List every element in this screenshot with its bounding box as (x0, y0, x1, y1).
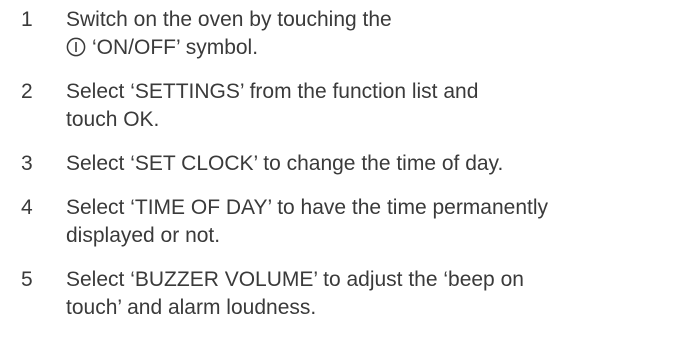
power-icon (66, 37, 86, 65)
step-line: touch OK. (66, 108, 160, 131)
step-line-text: ‘ON/OFF’ symbol. (92, 36, 259, 59)
step-line: Select ‘TIME OF DAY’ to have the time pe… (66, 196, 549, 219)
step-text: Select ‘BUZZER VOLUME’ to adjust the ‘be… (66, 266, 666, 322)
step-line: Switch on the oven by touching the (66, 8, 392, 31)
step-line: displayed or not. (66, 224, 221, 247)
step-number: 2 (21, 80, 33, 103)
step-line: touch’ and alarm loudness. (66, 296, 317, 319)
step-line: ‘ON/OFF’ symbol. (66, 34, 666, 65)
step-number: 1 (21, 8, 33, 31)
step-line: Select ‘BUZZER VOLUME’ to adjust the ‘be… (66, 268, 524, 291)
step-line: Select ‘SET CLOCK’ to change the time of… (66, 152, 504, 175)
step-line: Select ‘SETTINGS’ from the function list… (66, 80, 479, 103)
step-number: 3 (21, 152, 33, 175)
step-text: Select ‘SETTINGS’ from the function list… (66, 78, 666, 134)
step-text: Select ‘SET CLOCK’ to change the time of… (66, 150, 666, 178)
step-number: 5 (21, 268, 33, 291)
step-text: Select ‘TIME OF DAY’ to have the time pe… (66, 194, 666, 250)
step-number: 4 (21, 196, 33, 219)
step-text: Switch on the oven by touching the ‘ON/O… (66, 6, 666, 65)
instruction-steps: 1 Switch on the oven by touching the ‘ON… (0, 0, 675, 351)
